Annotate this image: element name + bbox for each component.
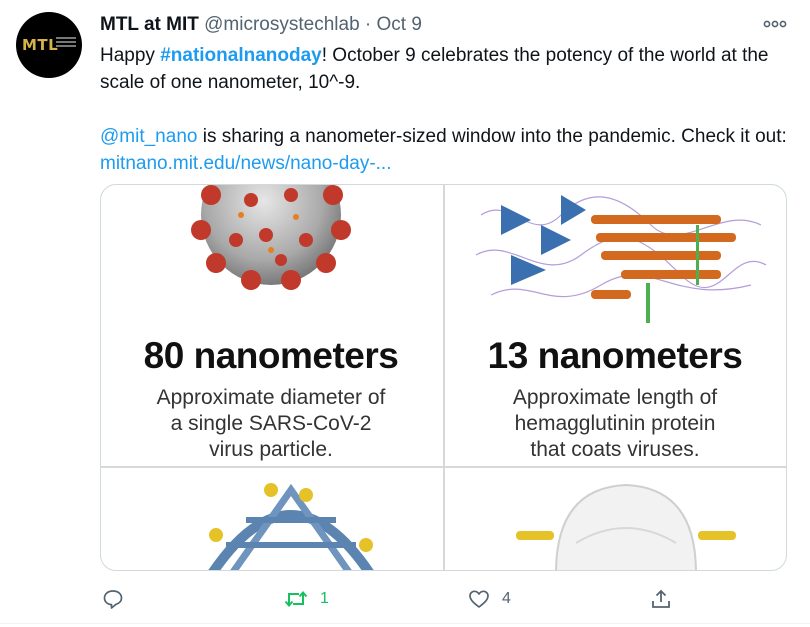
cell-1-title: 80 nanometers: [143, 335, 399, 376]
retweet-icon: [284, 590, 308, 608]
author-avatar[interactable]: MTL: [16, 12, 82, 78]
tweet-paragraph-2: @mit_nano is sharing a nanometer-sized w…: [100, 123, 795, 177]
url-link[interactable]: mitnano.mit.edu/news/nano-day-...: [100, 153, 392, 174]
author-name[interactable]: MTL at MIT: [100, 14, 199, 35]
tweet-text: Happy #nationalnanoday! October 9 celebr…: [100, 42, 795, 177]
reply-button[interactable]: [102, 585, 136, 613]
media-image[interactable]: 80 nanometers Approximate diameter of a …: [100, 184, 787, 571]
protein-illustration: [475, 195, 767, 323]
retweet-count: 1: [320, 590, 329, 607]
virus-illustration: [191, 185, 351, 290]
cell-1-desc-line: Approximate diameter of: [156, 386, 386, 409]
mask-illustration: [516, 483, 736, 570]
share-icon: [652, 589, 670, 608]
bottom-divider: [0, 623, 810, 624]
avatar-logo-text: MTL: [22, 36, 59, 54]
cell-1-desc-line: a single SARS-CoV-2: [170, 412, 372, 435]
cell-1-desc-line: virus particle.: [209, 438, 333, 461]
text-prefix: Happy: [100, 45, 161, 66]
cell-2-description: Approximate length of hemagglutinin prot…: [445, 385, 785, 463]
heart-icon: [469, 590, 489, 608]
hashtag-link[interactable]: #nationalnanoday: [160, 45, 322, 66]
cell-1-description: Approximate diameter of a single SARS-Co…: [101, 385, 441, 463]
cell-2-desc-line: hemagglutinin protein: [514, 412, 716, 435]
tweet-actions: 1 4: [0, 585, 810, 615]
cell-2-desc-line: that coats viruses.: [530, 438, 700, 461]
tweet-header: MTL at MIT @microsystechlab · Oct 9: [100, 14, 422, 36]
tweet[interactable]: MTL MTL at MIT @microsystechlab · Oct 9 …: [0, 0, 810, 627]
retweet-button[interactable]: 1: [284, 585, 329, 613]
share-button[interactable]: [650, 585, 672, 613]
like-count: 4: [502, 590, 511, 607]
media-divider-vertical: [443, 185, 445, 570]
dna-origami-illustration: [208, 483, 374, 570]
author-handle[interactable]: @microsystechlab: [204, 14, 360, 35]
avatar-logo-lines: [56, 37, 76, 49]
tweet-paragraph-1: Happy #nationalnanoday! October 9 celebr…: [100, 42, 795, 96]
cell-2-desc-line: Approximate length of: [512, 386, 718, 409]
reply-icon: [103, 590, 123, 609]
media-divider-horizontal: [101, 466, 786, 468]
like-button[interactable]: 4: [468, 585, 511, 613]
tweet-date[interactable]: Oct 9: [377, 14, 422, 35]
text-line2-middle: is sharing a nanometer-sized window into…: [197, 126, 787, 147]
more-options-icon[interactable]: [762, 14, 788, 34]
header-separator: ·: [364, 14, 372, 35]
mention-link[interactable]: @mit_nano: [100, 126, 197, 147]
cell-2-title: 13 nanometers: [487, 335, 743, 376]
